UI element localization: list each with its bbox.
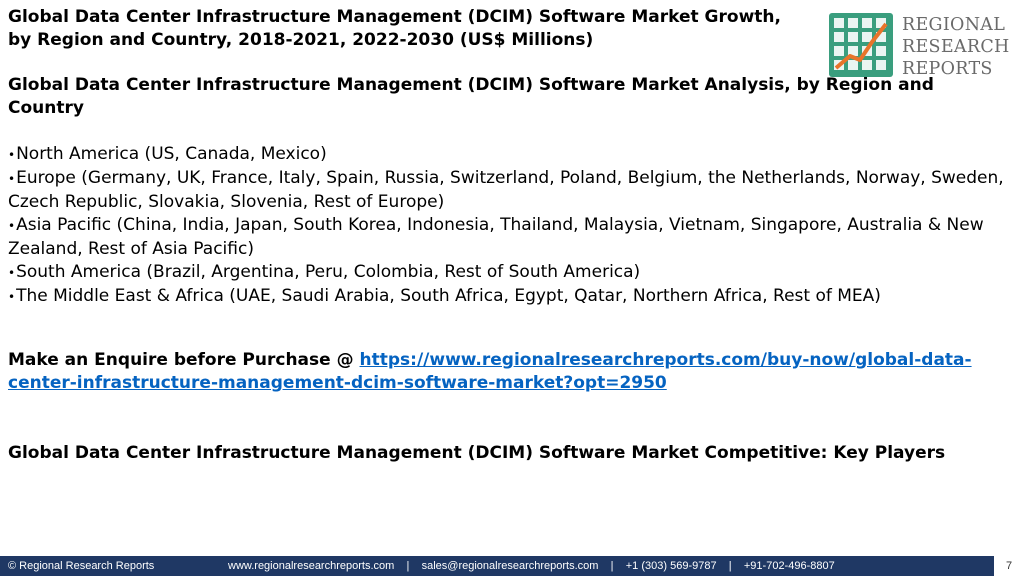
company-logo: REGIONAL RESEARCH REPORTS [828,12,1018,82]
slide-title: Global Data Center Infrastructure Manage… [8,7,781,50]
footer-contacts: www.regionalresearchreports.com | sales@… [228,560,835,572]
bullet-icon: • [8,266,16,280]
list-item: •The Middle East & Africa (UAE, Saudi Ar… [8,286,881,306]
enquire-label: Make an Enquire before Purchase @ [8,350,360,370]
list-item: •South America (Brazil, Argentina, Peru,… [8,262,641,282]
enquire-paragraph: Make an Enquire before Purchase @ https:… [8,349,1008,395]
chart-grid-logo-icon [829,13,893,77]
logo-line-1: REGIONAL [902,15,1006,35]
bullet-icon: • [8,219,16,233]
logo-line-2: RESEARCH [902,37,1010,57]
logo-wordmark: REGIONAL RESEARCH REPORTS [902,14,1010,80]
list-item: •North America (US, Canada, Mexico) [8,144,327,164]
footer-bar: © Regional Research Reports www.regional… [0,556,1024,576]
bullet-icon: • [8,172,16,186]
bullet-icon: • [8,290,16,304]
slide: Global Data Center Infrastructure Manage… [0,0,1024,576]
list-item: •Europe (Germany, UK, France, Italy, Spa… [8,168,1004,212]
list-item: •Asia Pacific (China, India, Japan, Sout… [8,215,984,259]
page-number: 7 [994,556,1024,576]
footer-copyright: © Regional Research Reports [8,560,155,572]
analysis-heading: Global Data Center Infrastructure Manage… [8,75,934,118]
regions-list: •North America (US, Canada, Mexico) •Eur… [8,143,1013,309]
competitive-heading: Global Data Center Infrastructure Manage… [8,443,946,463]
bullet-icon: • [8,148,16,162]
